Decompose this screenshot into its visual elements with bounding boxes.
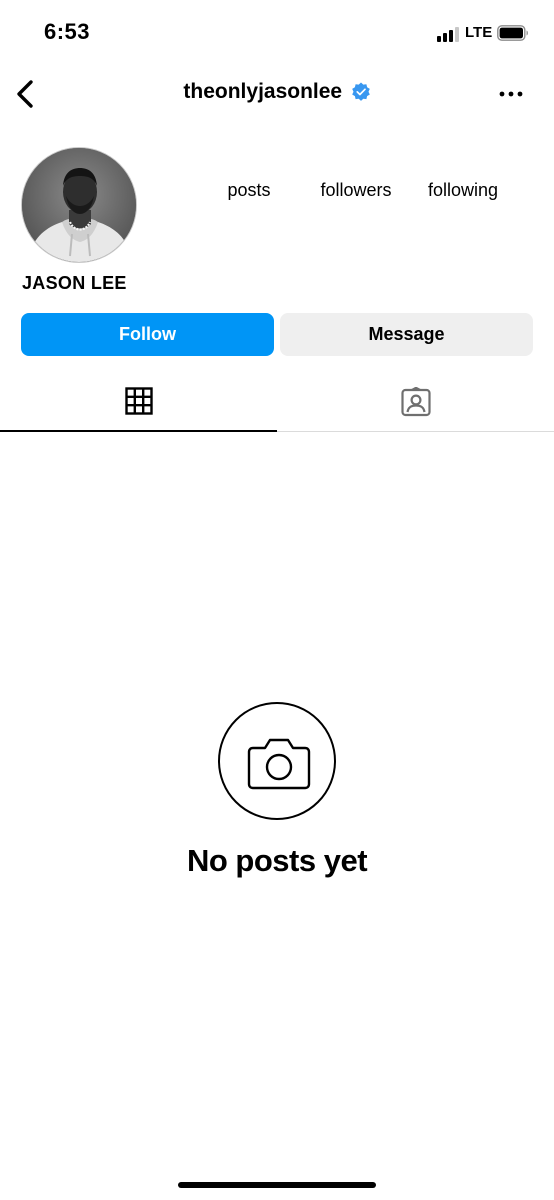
profile-header: theonlyjasonlee xyxy=(0,66,554,122)
home-indicator[interactable] xyxy=(178,1182,376,1188)
tagged-icon xyxy=(400,387,431,417)
more-options-button[interactable] xyxy=(498,84,526,104)
message-button[interactable]: Message xyxy=(280,313,533,356)
profile-tabs xyxy=(0,372,554,432)
status-bar: 6:53 LTE xyxy=(0,0,554,66)
username-title: theonlyjasonlee xyxy=(0,80,554,104)
empty-state-camera xyxy=(218,702,336,820)
network-type: LTE xyxy=(465,24,493,41)
username: theonlyjasonlee xyxy=(183,80,343,103)
signal-icon xyxy=(437,26,459,42)
stat-followers[interactable]: followers xyxy=(305,180,407,201)
camera-icon xyxy=(247,738,311,790)
tab-tagged[interactable] xyxy=(277,372,554,432)
status-time: 6:53 xyxy=(44,19,91,44)
empty-state-title: No posts yet xyxy=(186,843,368,878)
stat-following[interactable]: following xyxy=(416,180,510,201)
follow-button[interactable]: Follow xyxy=(21,313,274,356)
stat-posts[interactable]: posts xyxy=(212,180,286,201)
grid-icon xyxy=(124,387,153,415)
display-name: JASON LEE xyxy=(22,273,127,293)
tab-grid[interactable] xyxy=(0,372,277,432)
profile-avatar[interactable] xyxy=(21,147,137,263)
battery-icon xyxy=(497,25,528,41)
more-horizontal-icon xyxy=(499,91,523,97)
avatar-photo xyxy=(22,148,136,262)
verified-badge-icon xyxy=(351,82,370,101)
